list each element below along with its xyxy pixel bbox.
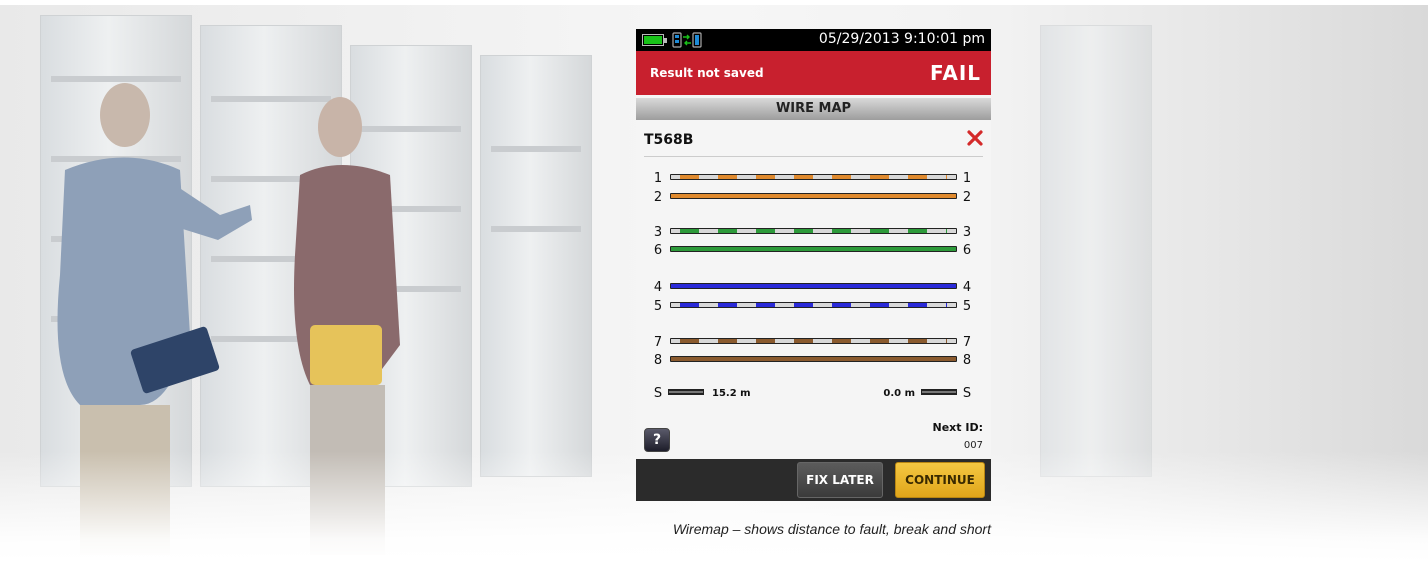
wire-conductor xyxy=(671,284,956,288)
wire-stripe xyxy=(718,175,737,179)
next-id-label: Next ID: xyxy=(932,421,983,434)
wire-stripe xyxy=(680,229,699,233)
pin-number-far: 7 xyxy=(963,335,971,350)
next-id-value: 007 xyxy=(963,440,983,451)
result-banner: Result not saved FAIL xyxy=(636,51,991,95)
pin-number-near: 1 xyxy=(654,171,662,186)
wire-stripe xyxy=(908,303,927,307)
wire-conductor xyxy=(671,357,956,361)
shield-wire-near-core xyxy=(669,391,703,393)
shield-distance-far: 0.0 m xyxy=(883,388,915,399)
wire-stripe xyxy=(946,229,947,233)
wire-stripe xyxy=(832,339,851,343)
wire-conductor xyxy=(671,194,956,198)
wire-stripe xyxy=(870,339,889,343)
wire-stripe xyxy=(870,303,889,307)
status-bar: 05/29/2013 9:10:01 pm xyxy=(636,29,991,51)
wire-stripe xyxy=(756,339,775,343)
wire-stripe xyxy=(756,229,775,233)
wire-stripe xyxy=(908,229,927,233)
pin-number-near: 3 xyxy=(654,225,662,240)
wire-stripe xyxy=(908,339,927,343)
wire-stripe xyxy=(870,229,889,233)
server-rack xyxy=(480,55,592,477)
wire-stripe xyxy=(680,339,699,343)
wire-stripe xyxy=(718,229,737,233)
wire-stripe xyxy=(718,339,737,343)
section-title: WIRE MAP xyxy=(636,98,991,120)
pin-number-near: 4 xyxy=(654,280,662,295)
pin-number-far: 5 xyxy=(963,299,971,314)
wire-stripe xyxy=(794,229,813,233)
pin-number-far: 6 xyxy=(963,243,971,258)
shield-wire-far-core xyxy=(922,391,956,393)
shield-label-near: S xyxy=(654,386,662,401)
fix-later-button[interactable]: FIX LATER xyxy=(797,462,883,498)
result-saved-label: Result not saved xyxy=(650,66,764,80)
standard-name: T568B xyxy=(644,132,694,148)
wire-stripe xyxy=(946,339,947,343)
wire-stripe xyxy=(794,175,813,179)
footer-bar: FIX LATER CONTINUE xyxy=(636,459,991,501)
wire-stripe xyxy=(756,303,775,307)
result-status: FAIL xyxy=(929,61,981,85)
wire-stripe xyxy=(832,229,851,233)
standard-row: T568B xyxy=(644,124,983,157)
wire-conductor xyxy=(671,247,956,251)
wire-stripe xyxy=(756,175,775,179)
pin-number-near: 6 xyxy=(654,243,662,258)
wire-stripe xyxy=(794,339,813,343)
wire-stripe xyxy=(908,175,927,179)
pin-number-far: 8 xyxy=(963,353,971,368)
wire-stripe xyxy=(946,175,947,179)
wire-stripe xyxy=(680,175,699,179)
pin-number-far: 1 xyxy=(963,171,971,186)
wire-stripe xyxy=(832,303,851,307)
wire-stripe xyxy=(718,303,737,307)
wire-stripe xyxy=(946,303,947,307)
pin-number-far: 3 xyxy=(963,225,971,240)
pin-number-far: 2 xyxy=(963,190,971,205)
wire-stripe xyxy=(794,303,813,307)
fail-x-icon xyxy=(967,130,983,146)
help-button[interactable]: ? xyxy=(644,428,670,452)
image-caption: Wiremap – shows distance to fault, break… xyxy=(672,521,991,537)
server-rack xyxy=(1040,25,1152,477)
battery-icon xyxy=(642,34,667,46)
wiremap-diagram: 1 1 2 2 3 3 6 6 4 4 5 5 7 7 8 8 S S 15.2 m 0.0 m xyxy=(654,171,971,401)
wire-stripe xyxy=(832,175,851,179)
tester-screen: 05/29/2013 9:10:01 pm Result not saved F… xyxy=(636,29,991,501)
wire-stripe xyxy=(680,303,699,307)
pin-number-near: 5 xyxy=(654,299,662,314)
shield-distance-near: 15.2 m xyxy=(712,388,751,399)
shield-label-far: S xyxy=(963,386,971,401)
wire-stripe xyxy=(870,175,889,179)
pin-number-near: 2 xyxy=(654,190,662,205)
pin-number-near: 8 xyxy=(654,353,662,368)
continue-button[interactable]: CONTINUE xyxy=(895,462,985,498)
status-datetime: 05/29/2013 9:10:01 pm xyxy=(818,31,985,47)
link-status-icon xyxy=(672,32,702,48)
pin-number-near: 7 xyxy=(654,335,662,350)
pin-number-far: 4 xyxy=(963,280,971,295)
